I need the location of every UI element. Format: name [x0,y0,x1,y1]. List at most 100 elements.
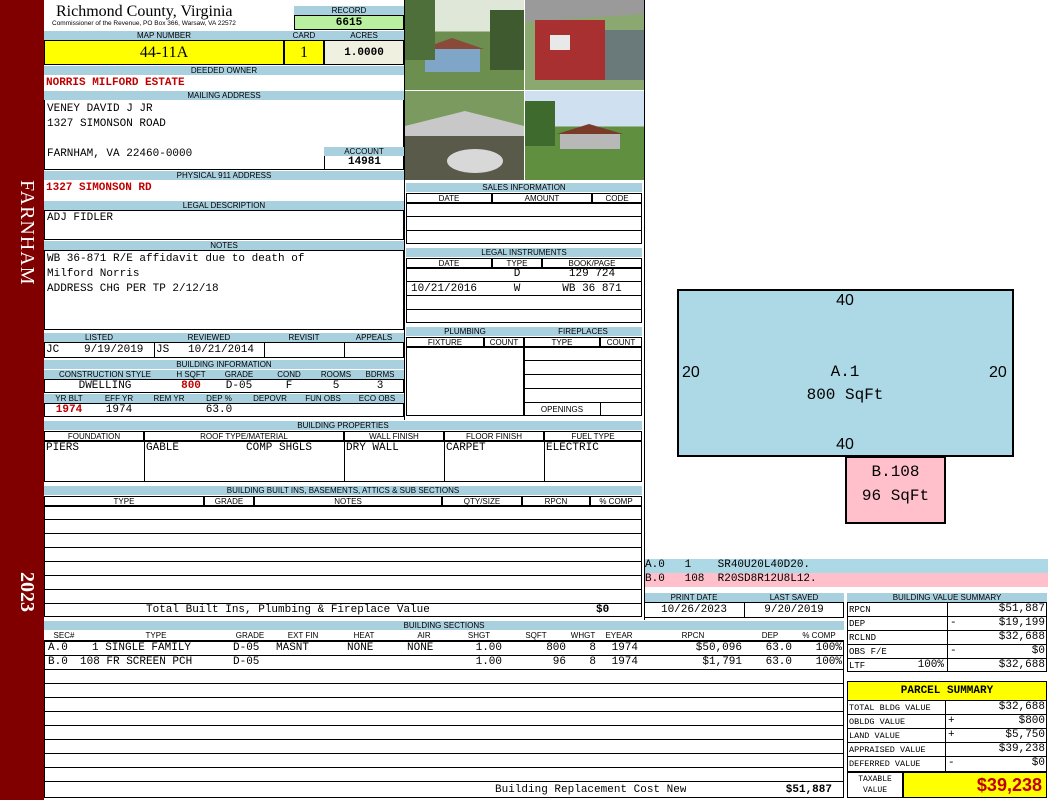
sketch-right-dim: 20 [989,364,1007,381]
sec-col-type: TYPE [84,631,228,640]
vs-rclnd-value: $32,688 [998,631,1045,643]
plumbing-table [406,346,524,416]
physical-address-value: 1327 SIMONSON RD [46,182,152,194]
commissioner-text: Commissioner of the Revenue, PO Box 366,… [52,20,236,27]
sec-col-rpcn: RPCN [640,631,746,640]
sidebar-year: 2023 [16,572,38,612]
sec-a-rpcn: $50,096 [695,642,742,654]
bi-h-effyr: EFF YR [94,394,144,403]
sec-a-type: 1 SINGLE FAMILY [92,642,192,654]
sales-header: SALES INFORMATION [406,183,642,192]
parcel-summary-header: PARCEL SUMMARY [847,681,1047,701]
sketch-b-label: B.108 [871,463,920,481]
deeded-owner-header: DEEDED OWNER [44,66,404,75]
bi-cond: F [285,380,293,392]
bi-h-ecoobs: ECO OBS [350,394,404,403]
mailing-address-header: MAILING ADDRESS [44,91,404,100]
sec-col-air: AIR [394,631,454,640]
account-header: ACCOUNT [324,147,404,156]
record-value: 6615 [294,15,404,30]
ps-appraised-value: $39,238 [998,743,1045,755]
vs-obs-sign: - [950,645,957,657]
bi-style: DWELLING [78,380,132,392]
bi-bdrms: 3 [376,380,384,392]
prop-foundation: PIERS [46,442,80,454]
sec-b-sqft: 96 [552,656,566,668]
bi-effyr: 1974 [105,404,133,416]
builtins-total-value: $0 [596,604,610,616]
sec-a-whgt: 8 [589,642,596,654]
prop-wall: DRY WALL [346,442,399,454]
vs-rclnd-label: RCLND [849,633,877,643]
bi-h-cond: COND [262,370,316,379]
sketch-b-area: 96 SqFt [861,487,930,505]
sketch-a-area: 800 SqFt [806,386,884,404]
ps-land-value: $5,750 [1005,729,1045,741]
bi-h-remyr: REM YR [144,394,194,403]
acres-value: 1.0000 [324,40,404,65]
map-number-header: MAP NUMBER [44,31,284,40]
sec-col-grade: GRADE [228,631,272,640]
sec-b-dep: 63.0 [765,656,792,668]
sec-col-eyear: EYEAR [598,631,640,640]
sec-b-type: 108 FR SCREEN PCH [80,656,193,668]
value-summary-header: BUILDING VALUE SUMMARY [847,593,1047,602]
bi-h-dep: DEP % [194,394,244,403]
vs-obs-label: OBS F/E [849,647,887,657]
listed-by: JC [46,344,60,356]
sec-col-sec: SEC# [44,631,84,640]
account-value: 14981 [324,156,404,169]
mailing-line-4: FARNHAM, VA 22460-0000 [47,148,193,160]
record-header: RECORD [294,6,404,15]
sec-a-sqft: 800 [546,642,566,654]
appeals-header: APPEALS [344,333,404,342]
bi-grade: D-05 [225,380,253,392]
photo-carport [405,91,524,180]
building-properties-header: BUILDING PROPERTIES [44,421,642,430]
sidebar [0,0,44,800]
taxable-label: TAXABLE VALUE [858,775,892,795]
bi-dep: 63.0 [205,404,233,416]
bi-rooms: 5 [332,380,340,392]
photo-yard [525,91,644,180]
sec-col-heat: HEAT [334,631,394,640]
sec-b-grade: D-05 [233,656,260,668]
sec-col-dep: DEP [746,631,794,640]
ps-deferred-value: $0 [1031,757,1045,769]
sec-b-eyear: 1974 [611,656,638,668]
photo-barn [525,0,644,90]
bi-hsqft: 800 [181,380,201,392]
bi-h-style: CONSTRUCTION STYLE [44,370,166,379]
ps-land-label: LAND VALUE [849,731,901,741]
vs-rpcn-label: RPCN [849,605,871,615]
bi-yrblt: 1974 [55,404,83,416]
li-row2-book: WB 36 871 [562,283,622,295]
deeded-owner-value: NORRIS MILFORD ESTATE [46,77,185,89]
sketch-bottom-dim: 40 [836,436,854,453]
vs-ltf-value: $32,688 [998,659,1045,671]
ps-total-label: TOTAL BLDG VALUE [849,703,931,713]
sec-col-whgt: WHGT [568,631,598,640]
acres-header: ACRES [324,31,404,40]
notes-line-1: WB 36-871 R/E affidavit due to death of [47,253,305,265]
bi-h-bdrms: BDRMS [356,370,404,379]
sec-b-whgt: 8 [589,656,596,668]
sec-a-comp: 100% [815,642,842,654]
li-row2-type: W [513,283,521,295]
revisit-header: REVISIT [264,333,344,342]
sec-a-heat: NONE [347,642,374,654]
reviewed-by: JS [156,344,170,356]
sec-b-shgt: 1.00 [475,656,502,668]
last-saved-header: LAST SAVED [744,593,844,602]
prop-floor: CARPET [446,442,486,454]
sec-col-sqft: SQFT [504,631,568,640]
print-date-header: PRINT DATE [644,593,744,602]
builtins-header: BUILDING BUILT INS, BASEMENTS, ATTICS & … [44,486,642,495]
mailing-line-2: 1327 SIMONSON ROAD [47,118,166,130]
county-title: Richmond County, Virginia [56,3,233,20]
bi-h-depovr: DEPOVR [244,394,296,403]
sec-col-extfin: EXT FIN [272,631,334,640]
photo-house [405,0,524,90]
replacement-cost-label: Building Replacement Cost New [495,784,687,796]
last-saved: 9/20/2019 [764,604,824,616]
